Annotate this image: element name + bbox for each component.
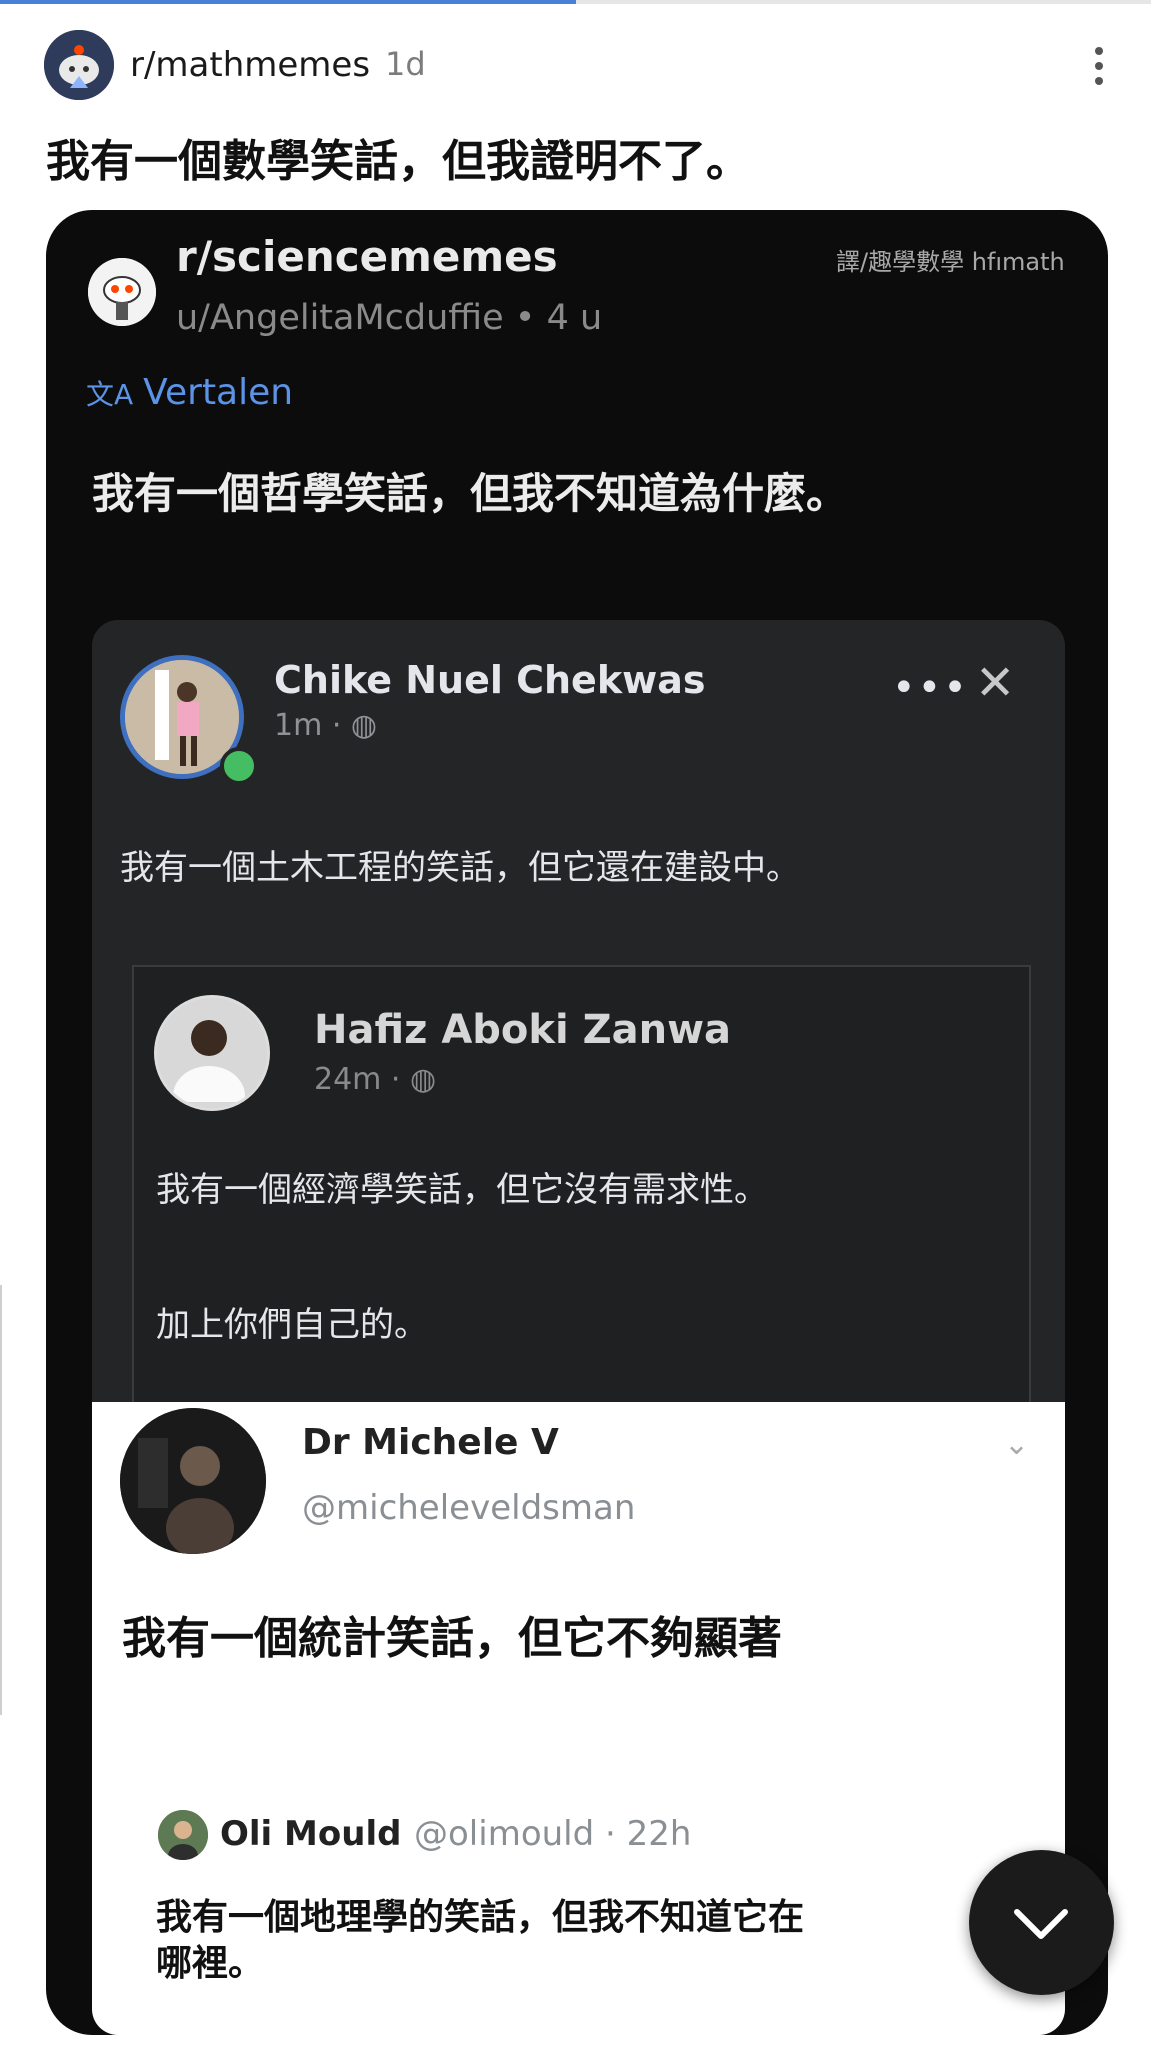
fb-author-name: Chike Nuel Chekwas [274, 658, 706, 702]
shared-profile-avatar [154, 995, 270, 1111]
chevron-down-icon: ⌄ [1004, 1427, 1030, 1462]
quote-author-handle: @olimould · 22h [414, 1814, 692, 1854]
quote-avatar [158, 1810, 208, 1860]
collapse-button[interactable] [969, 1850, 1114, 1995]
quote-text-line-2: 哪裡。 [156, 1943, 265, 1984]
post-image[interactable]: r/sciencememes u/AngelitaMcduffie • 4 u … [46, 210, 1108, 2035]
subreddit-name[interactable]: r/mathmemes [130, 45, 370, 85]
post-age: 1d [385, 45, 426, 83]
shared-post-text-2: 加上你們自己的。 [156, 1305, 428, 1345]
screenshot-body-text: 我有一個哲學笑話，但我不知道為什麼。 [92, 469, 849, 518]
more-icon: ••• [892, 665, 969, 711]
screenshot-subreddit: r/sciencememes [176, 232, 558, 281]
subreddit-avatar[interactable] [44, 30, 114, 100]
shared-post-text: 我有一個經濟學笑話，但它沒有需求性。 [156, 1170, 768, 1210]
tw-post-text: 我有一個統計笑話，但它不夠顯著 [122, 1613, 782, 1664]
quote-author-name: Oli Mould [220, 1814, 402, 1854]
quote-text-line-1: 我有一個地理學的笑話，但我不知道它在 [156, 1897, 805, 1938]
scroll-rail [0, 1285, 2, 1715]
facebook-post-card: Chike Nuel Chekwas 1m · ◍ ••• ✕ 我有一個土木工程… [92, 620, 1065, 2035]
fb-post-text: 我有一個土木工程的笑話，但它還在建設中。 [120, 848, 800, 888]
watermark: 譯/趣學數學 hfımath [836, 248, 1065, 276]
translate-icon: 文A [86, 378, 134, 411]
tw-author-handle: @micheleveldsman [302, 1488, 636, 1528]
shared-post-meta: 24m · ◍ [314, 1062, 437, 1097]
translate-link: 文A Vertalen [86, 372, 293, 413]
close-icon: ✕ [975, 655, 1016, 711]
fb-post-meta: 1m · ◍ [274, 708, 378, 743]
scroll-progress-bar [0, 0, 576, 4]
scroll-progress-track [0, 0, 1151, 4]
chevron-down-icon [1014, 1909, 1068, 1939]
reddit-avatar-icon [88, 258, 156, 326]
post-title: 我有一個數學笑話，但我證明不了。 [46, 136, 750, 187]
more-options-icon[interactable] [1088, 44, 1110, 88]
twitter-post-card: Dr Michele V @micheleveldsman ⌄ 我有一個統計笑話… [92, 1402, 1065, 2035]
translate-label: Vertalen [143, 372, 294, 413]
shared-author-name: Hafiz Aboki Zanwa [314, 1007, 732, 1053]
tw-profile-avatar [120, 1408, 266, 1554]
tw-author-name: Dr Michele V [302, 1422, 559, 1463]
screenshot-user-line: u/AngelitaMcduffie • 4 u [176, 298, 603, 338]
online-status-dot [220, 747, 258, 785]
